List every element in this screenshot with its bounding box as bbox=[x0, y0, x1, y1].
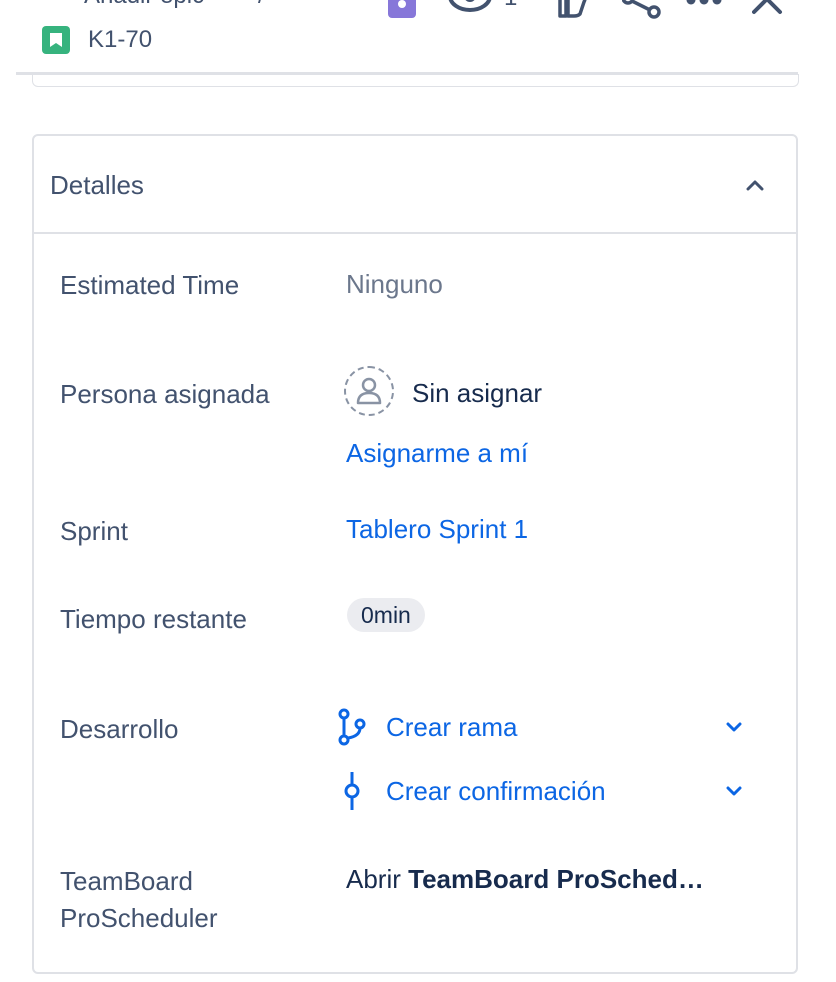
sprint-label: Sprint bbox=[60, 516, 128, 546]
create-commit-dropdown[interactable] bbox=[726, 784, 742, 802]
details-panel: Detalles Estimated Time Ninguno Persona … bbox=[32, 134, 798, 974]
remaining-time-lozenge[interactable]: 0min bbox=[347, 598, 425, 632]
remaining-time-label: Tiempo restante bbox=[60, 604, 247, 634]
create-branch-dropdown[interactable] bbox=[726, 720, 742, 738]
estimated-time-value[interactable]: Ninguno bbox=[346, 267, 443, 301]
teamboard-label-line2: ProScheduler bbox=[60, 903, 218, 933]
epic-icon[interactable] bbox=[388, 0, 416, 23]
watchers-count: 1 bbox=[504, 0, 517, 12]
chevron-up-icon bbox=[746, 180, 764, 191]
issue-header: Añadir epic / 1 K1-70 bbox=[0, 0, 836, 76]
issue-key-row: K1-70 bbox=[42, 26, 152, 54]
chevron-down-icon bbox=[726, 722, 742, 732]
assign-to-me-link[interactable]: Asignarme a mí bbox=[346, 436, 528, 470]
more-icon[interactable] bbox=[686, 0, 722, 12]
breadcrumb-separator: / bbox=[258, 0, 265, 10]
breadcrumb-parent[interactable]: Añadir epic bbox=[84, 0, 204, 10]
teamboard-label-line1: TeamBoard bbox=[60, 866, 193, 896]
create-branch-link[interactable]: Crear rama bbox=[386, 710, 517, 744]
teamboard-open-prefix: Abrir bbox=[346, 864, 401, 894]
teamboard-app-name: TeamBoard ProSched… bbox=[408, 864, 704, 894]
thumbs-up-icon[interactable] bbox=[556, 0, 588, 23]
sprint-link[interactable]: Tablero Sprint 1 bbox=[346, 512, 528, 546]
teamboard-open-link[interactable]: Abrir TeamBoard ProSched… bbox=[346, 862, 704, 896]
chevron-down-icon bbox=[726, 786, 742, 796]
details-title: Detalles bbox=[50, 170, 144, 200]
share-icon[interactable] bbox=[621, 0, 662, 25]
commit-icon bbox=[342, 772, 362, 815]
estimated-time-label: Estimated Time bbox=[60, 270, 240, 300]
create-commit-link[interactable]: Crear confirmación bbox=[386, 774, 606, 808]
details-header[interactable]: Detalles bbox=[34, 136, 796, 234]
story-icon bbox=[42, 26, 70, 54]
eye-icon[interactable] bbox=[448, 0, 496, 21]
close-icon[interactable] bbox=[752, 0, 784, 21]
issue-key[interactable]: K1-70 bbox=[88, 26, 152, 54]
development-label: Desarrollo bbox=[60, 714, 179, 744]
previous-panel-edge bbox=[32, 74, 799, 87]
assignee-label: Persona asignada bbox=[60, 379, 270, 409]
assignee-value[interactable]: Sin asignar bbox=[412, 376, 542, 410]
person-icon bbox=[356, 377, 382, 405]
branch-icon bbox=[338, 708, 366, 751]
collapse-button[interactable] bbox=[740, 170, 770, 200]
avatar-unassigned[interactable] bbox=[344, 366, 394, 416]
